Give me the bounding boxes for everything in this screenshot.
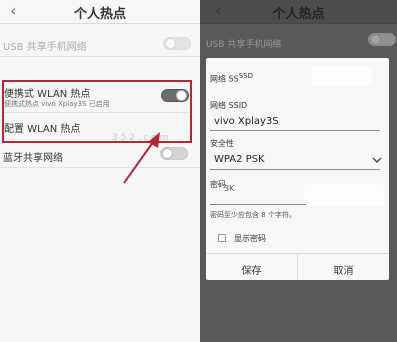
top-bar: ‹ 个人热点 — [200, 0, 397, 24]
bluetooth-tethering-label: 蓝牙共享网络 — [3, 153, 63, 164]
usb-tethering-label: USB 共享手机网络 — [206, 40, 282, 50]
show-password-label: 显示密码 — [234, 234, 266, 243]
cancel-button[interactable]: 取消 — [298, 262, 389, 277]
ssid-label: 网络 SSID — [210, 101, 248, 110]
password-overlay-text: 3K — [224, 184, 235, 193]
divider — [0, 56, 200, 57]
ssid-underline — [210, 130, 380, 131]
show-password-checkbox[interactable] — [218, 234, 226, 242]
password-underline[interactable] — [210, 204, 306, 205]
page-title: 个人热点 — [73, 7, 126, 22]
usb-tethering-label: USB 共享手机网络 — [3, 42, 87, 53]
divider — [0, 167, 200, 168]
blurred-patch — [304, 184, 384, 206]
security-label: 安全性 — [210, 139, 234, 148]
save-button[interactable]: 保存 — [206, 262, 297, 277]
usb-tethering-toggle[interactable] — [163, 37, 191, 50]
configure-hotspot-dialog: 网络 SSSSD 网络 SSID vivo Xplay3S 安全性 WPA2 P… — [206, 58, 389, 280]
ssid-input[interactable]: vivo Xplay3S — [214, 116, 279, 127]
usb-tethering-toggle — [368, 33, 396, 46]
security-underline — [210, 169, 380, 170]
page-title: 个人热点 — [272, 7, 325, 22]
security-select[interactable]: WPA2 PSK — [214, 154, 265, 165]
chevron-down-icon[interactable] — [372, 156, 382, 164]
password-hint: 密码至少应包含 8 个字符。 — [210, 211, 296, 219]
top-bar: ‹ 个人热点 — [0, 0, 200, 24]
hotspot-config-screen: ‹ 个人热点 USB 共享手机网络 网络 SSSSD 网络 SSID vivo … — [200, 0, 397, 342]
dialog-header: 网络 SSSSD — [210, 72, 253, 84]
hotspot-settings-screen: ‹ 个人热点 USB 共享手机网络 便携式 WLAN 热点 便携式热点 vivo… — [0, 0, 200, 342]
blurred-patch — [312, 66, 372, 86]
red-arrow-icon — [123, 132, 160, 184]
